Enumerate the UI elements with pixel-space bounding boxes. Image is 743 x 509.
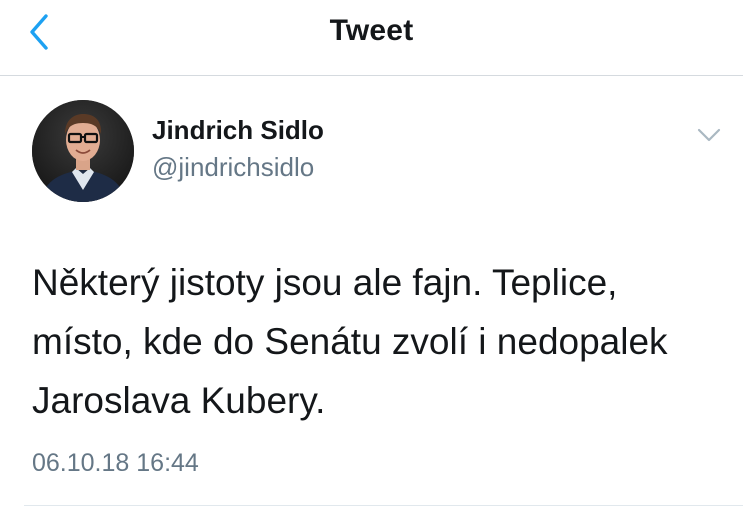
avatar-image: [32, 100, 134, 202]
chevron-down-icon: [697, 128, 721, 142]
author-handle[interactable]: @jindrichsidlo: [152, 152, 314, 183]
avatar[interactable]: [32, 100, 134, 202]
author-name[interactable]: Jindrich Sidlo: [152, 115, 324, 146]
page-title: Tweet: [329, 14, 414, 47]
tweet-text-line: Jaroslava Kubery.: [32, 380, 326, 421]
tweet-menu-button[interactable]: [694, 124, 724, 146]
divider: [24, 505, 743, 506]
tweet-text: Některý jistoty jsou ale fajn. Teplice, …: [32, 253, 732, 430]
tweet-text-line: Některý jistoty jsou ale fajn. Teplice,: [32, 262, 618, 303]
tweet-timestamp: 06.10.18 16:44: [32, 449, 199, 477]
navigation-bar: Tweet: [0, 0, 743, 76]
tweet-detail-screen: Tweet Jindrich Sidlo @jindrichsidlo Někt…: [0, 0, 743, 509]
tweet-text-line: místo, kde do Senátu zvolí i nedopalek: [32, 321, 668, 362]
